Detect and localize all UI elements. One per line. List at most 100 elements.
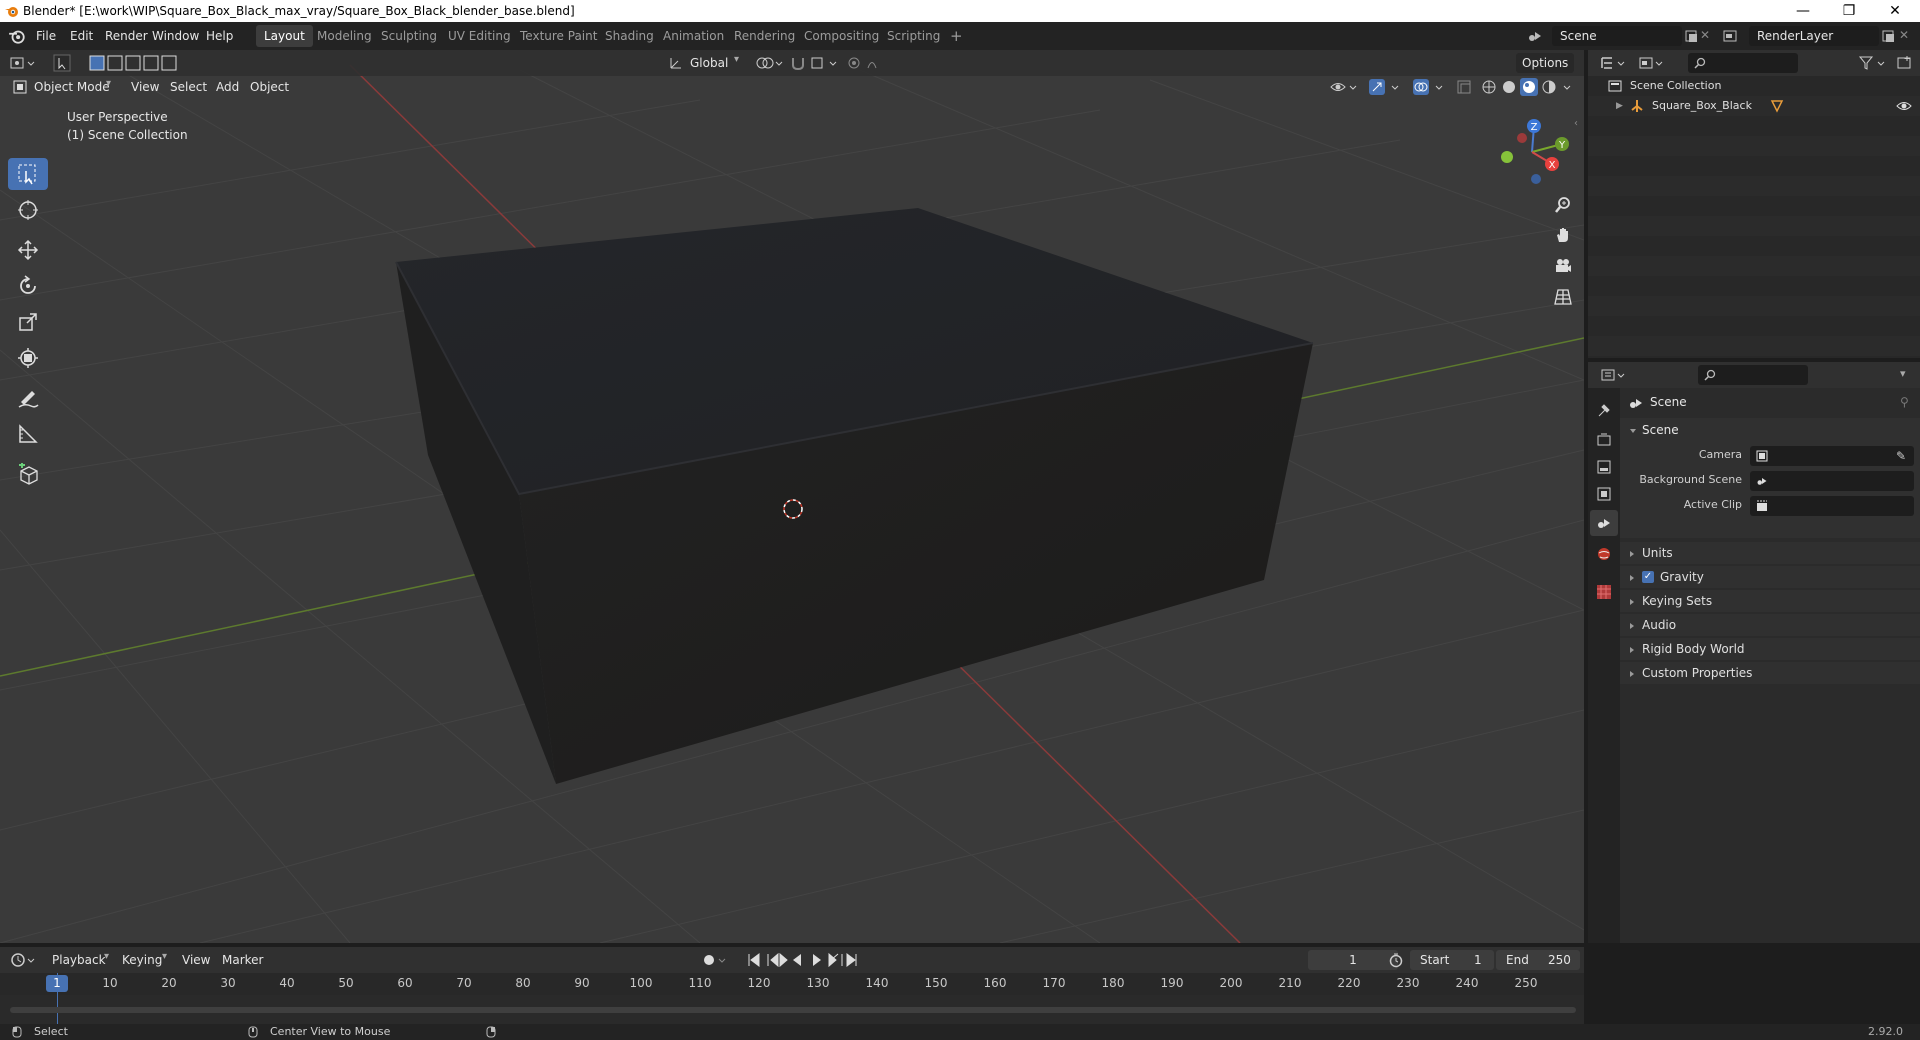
tab-uv-editing[interactable]: UV Editing — [440, 25, 519, 47]
delete-scene-icon[interactable]: ✕ — [1700, 28, 1710, 42]
tool-tab-icon[interactable] — [1596, 402, 1612, 418]
expand-arrow-icon[interactable]: ▶ — [1616, 96, 1623, 116]
outliner-editor-icon[interactable] — [1600, 55, 1628, 71]
timeline-scrollbar[interactable] — [10, 1007, 1576, 1013]
end-frame-field[interactable]: End 250 — [1496, 950, 1580, 970]
menu-window[interactable]: Window — [146, 27, 205, 45]
editor-type-icon[interactable] — [10, 55, 36, 71]
snap-icon[interactable] — [790, 55, 840, 71]
pivot-point-icon[interactable] — [754, 55, 784, 71]
filter-icon[interactable] — [1858, 55, 1890, 71]
tool-move[interactable] — [8, 234, 48, 266]
shading-modes-icon[interactable] — [1480, 78, 1580, 96]
select-mode-icon[interactable] — [52, 53, 72, 73]
overlays-toggle-icon[interactable] — [1412, 78, 1448, 96]
transform-orientation-icon[interactable] — [668, 55, 684, 71]
outliner[interactable]: Scene Collection ▶ Square_Box_Black — [1588, 50, 1920, 358]
pin-icon[interactable]: ⚲ — [1900, 388, 1909, 416]
options-dropdown[interactable]: Options — [1516, 53, 1575, 73]
blender-menu-icon[interactable] — [8, 27, 26, 45]
tab-animation[interactable]: Animation — [655, 25, 732, 47]
panel-audio[interactable]: Audio — [1620, 614, 1920, 636]
texture-tab-icon[interactable] — [1596, 584, 1612, 600]
chevron-down-icon[interactable]: ▾ — [1900, 367, 1906, 380]
playback-menu[interactable]: Playback — [52, 950, 106, 970]
xray-toggle-icon[interactable] — [1456, 79, 1474, 95]
panel-rigid-body-world[interactable]: Rigid Body World — [1620, 638, 1920, 660]
camera-view-button[interactable] — [1550, 253, 1576, 279]
tool-select-box[interactable] — [8, 158, 48, 190]
properties-search-input[interactable] — [1698, 365, 1808, 385]
tool-rotate[interactable] — [8, 270, 48, 302]
view-menu[interactable]: View — [182, 950, 210, 970]
menu-view[interactable]: View — [131, 77, 159, 97]
perspective-toggle-button[interactable] — [1550, 284, 1576, 310]
menu-edit[interactable]: Edit — [64, 27, 99, 45]
tab-rendering[interactable]: Rendering — [726, 25, 803, 47]
object-data-icon[interactable] — [1770, 99, 1784, 113]
render-tab-icon[interactable] — [1596, 432, 1612, 448]
playback-controls[interactable] — [746, 952, 858, 968]
outliner-row-scene-collection[interactable]: Scene Collection — [1588, 76, 1920, 96]
gizmo-toggle-icon[interactable] — [1368, 78, 1404, 96]
selection-modes-icon[interactable] — [88, 54, 182, 72]
gravity-checkbox[interactable]: ✓ — [1642, 571, 1654, 583]
navigation-gizmo[interactable]: Z Y X — [1492, 112, 1572, 192]
camera-field[interactable]: ✎ — [1750, 446, 1914, 466]
zoom-button[interactable] — [1550, 192, 1576, 218]
keying-menu[interactable]: Keying — [122, 950, 162, 970]
properties-editor-icon[interactable] — [1600, 367, 1628, 383]
3d-viewport[interactable]: Global ▾ Options Object Mode ▾ View Sele… — [0, 50, 1584, 943]
properties-editor[interactable]: ▾ Scene ⚲ Scene Camera ✎ Background Scen… — [1588, 362, 1920, 943]
maximize-button[interactable]: ❐ — [1826, 0, 1872, 22]
panel-keying-sets[interactable]: Keying Sets — [1620, 590, 1920, 612]
visibility-icon[interactable] — [1330, 79, 1360, 95]
menu-select[interactable]: Select — [170, 77, 207, 97]
tab-layout[interactable]: Layout — [256, 25, 313, 47]
close-button[interactable]: ✕ — [1872, 0, 1918, 22]
panel-units[interactable]: Units — [1620, 542, 1920, 564]
view-layer-field[interactable]: RenderLayer — [1749, 26, 1879, 46]
eyedropper-icon[interactable]: ✎ — [1896, 446, 1906, 466]
tool-measure[interactable] — [8, 418, 48, 450]
marker-menu[interactable]: Marker — [222, 950, 263, 970]
eye-icon[interactable] — [1896, 99, 1912, 113]
scene-icon[interactable] — [1527, 28, 1543, 44]
current-frame-field[interactable]: 1 — [1308, 950, 1398, 970]
panel-gravity[interactable]: ✓ Gravity — [1620, 566, 1920, 588]
tab-sculpting[interactable]: Sculpting — [373, 25, 445, 47]
menu-add[interactable]: Add — [216, 77, 239, 97]
menu-help[interactable]: Help — [200, 27, 239, 45]
panel-custom-properties[interactable]: Custom Properties — [1620, 662, 1920, 684]
pan-button[interactable] — [1550, 222, 1576, 248]
timeline[interactable]: Playback ▾ Keying ▾ View Marker 1 Start … — [0, 947, 1584, 1024]
tab-modeling[interactable]: Modeling — [309, 25, 380, 47]
menu-file[interactable]: File — [30, 27, 62, 45]
timeline-editor-icon[interactable] — [10, 952, 38, 968]
scene-field[interactable]: Scene — [1552, 26, 1682, 46]
stopwatch-icon[interactable] — [1388, 952, 1404, 968]
proportional-editing-icon[interactable] — [846, 55, 886, 71]
tool-annotate[interactable] — [8, 382, 48, 414]
new-scene-icon[interactable] — [1684, 29, 1698, 43]
display-mode-icon[interactable] — [1638, 55, 1666, 71]
view-layer-icon[interactable] — [1722, 28, 1738, 44]
new-view-layer-icon[interactable] — [1881, 29, 1895, 43]
record-icon[interactable] — [702, 953, 730, 967]
viewport-scene[interactable] — [0, 50, 1584, 943]
tool-cursor[interactable] — [8, 194, 48, 226]
new-collection-icon[interactable] — [1896, 55, 1912, 71]
background-scene-field[interactable] — [1750, 471, 1914, 491]
active-clip-field[interactable] — [1750, 496, 1914, 516]
tab-shading[interactable]: Shading — [597, 25, 662, 47]
transform-orientation-dropdown[interactable]: Global — [690, 53, 728, 73]
view-layer-tab-icon[interactable] — [1596, 486, 1612, 502]
tab-texture-paint[interactable]: Texture Paint — [512, 25, 605, 47]
sidebar-toggle-icon[interactable]: ‹ — [1574, 118, 1578, 129]
outliner-search-input[interactable] — [1688, 53, 1798, 73]
add-workspace-button[interactable]: + — [942, 25, 971, 47]
start-frame-field[interactable]: Start 1 — [1410, 950, 1494, 970]
outliner-row-object[interactable]: ▶ Square_Box_Black — [1588, 96, 1920, 116]
scene-panel-header[interactable]: Scene — [1620, 418, 1920, 442]
scene-tab[interactable] — [1590, 510, 1618, 536]
